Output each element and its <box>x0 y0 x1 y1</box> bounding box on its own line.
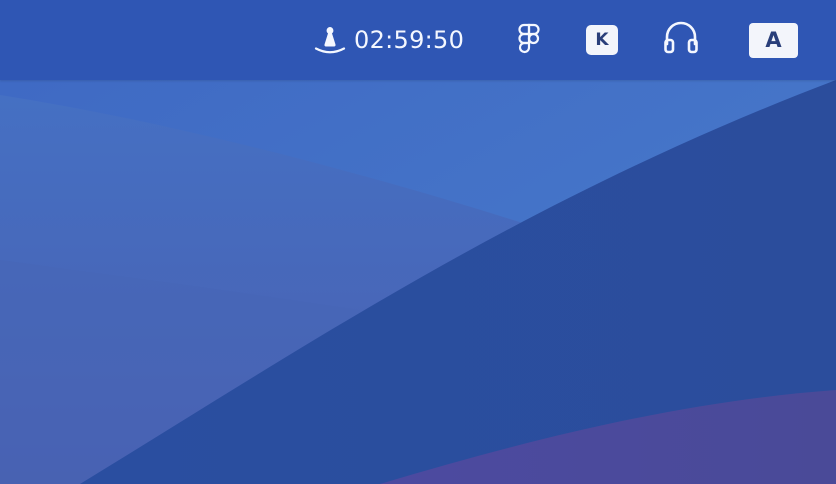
timer-status-item[interactable]: 02:59:50 <box>312 0 464 80</box>
metronome-icon <box>312 23 348 57</box>
input-source-badge: A <box>749 22 798 58</box>
timer-time: 02:59:50 <box>354 26 465 54</box>
desktop-screen: 02:59:50 K A <box>0 0 836 484</box>
menu-bar: 02:59:50 K A <box>0 0 836 80</box>
headphones-status-item[interactable] <box>662 0 700 80</box>
figma-status-item[interactable] <box>516 0 542 80</box>
keycastr-badge: K <box>586 25 618 55</box>
keycastr-status-item[interactable]: K <box>586 0 618 80</box>
figma-icon <box>516 22 542 59</box>
headphones-icon <box>662 20 700 61</box>
input-source-status-item[interactable]: A <box>749 0 798 80</box>
